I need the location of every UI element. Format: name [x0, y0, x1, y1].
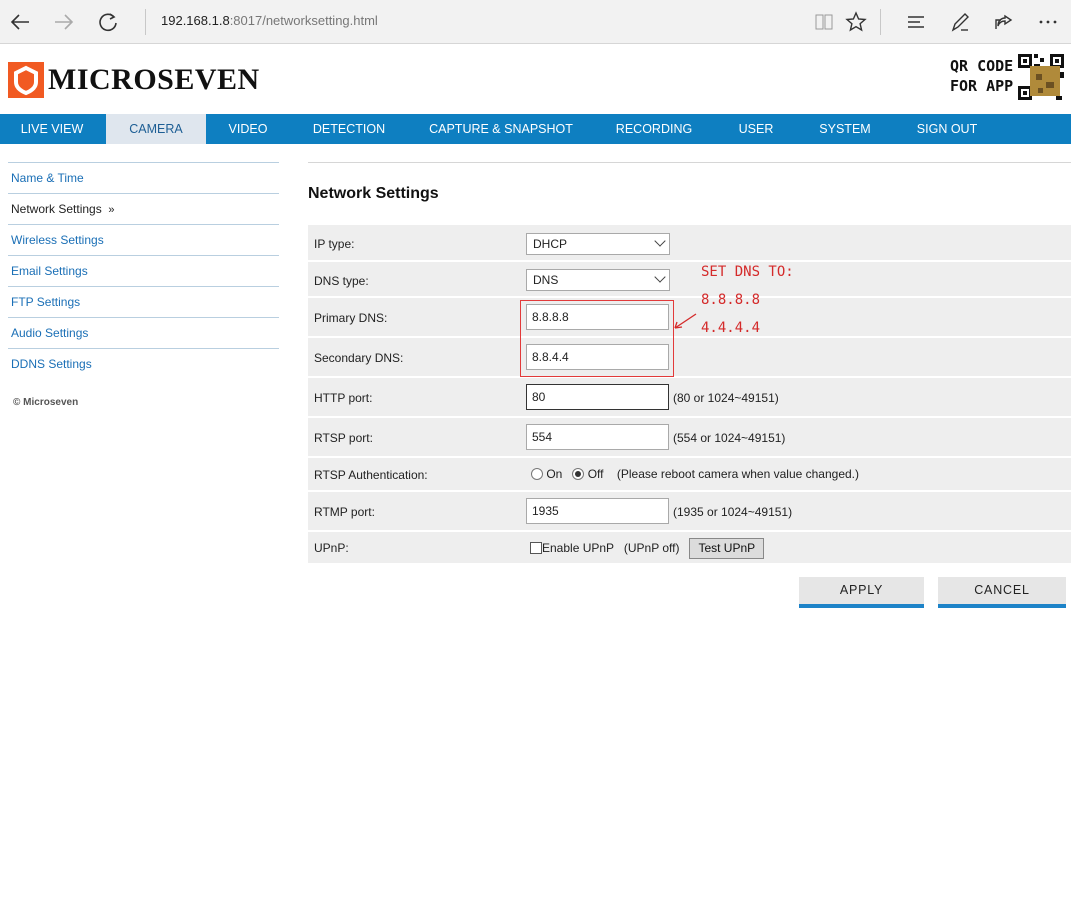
form-row-ip-type: IP type: DHCP — [308, 225, 1071, 262]
url-path: :8017/networksetting.html — [229, 13, 378, 28]
divider — [145, 9, 146, 35]
rtsp-auth-hint: (Please reboot camera when value changed… — [616, 467, 860, 481]
page-title: Network Settings — [308, 185, 439, 202]
sidebar-item-ftp-settings[interactable]: FTP Settings — [8, 286, 279, 317]
site-header: MICROSEVEN QR CODE FOR APP — [0, 44, 1071, 114]
reading-view-icon[interactable] — [810, 8, 838, 36]
dns-type-value: DNS — [533, 273, 559, 287]
sidebar-item-network-settings[interactable]: Network Settings » — [8, 193, 279, 224]
rtsp-port-label: RTSP port: — [314, 431, 373, 445]
form-row-http-port: HTTP port: 80 (80 or 1024~49151) — [308, 378, 1071, 418]
rtmp-port-hint: (1935 or 1024~49151) — [673, 505, 793, 519]
upnp-controls: Enable UPnP (UPnP off) Test UPnP — [530, 538, 765, 559]
nav-live-view[interactable]: LIVE VIEW — [0, 114, 104, 144]
rtmp-port-input[interactable]: 1935 — [526, 498, 669, 524]
secondary-dns-label: Secondary DNS: — [314, 351, 404, 365]
form-row-rtsp-port: RTSP port: 554 (554 or 1024~49151) — [308, 418, 1071, 458]
annotation-line3: 4.4.4.4 — [701, 320, 761, 336]
main-nav: LIVE VIEW CAMERA VIDEO DETECTION CAPTURE… — [0, 114, 1071, 144]
sidebar-item-email-settings[interactable]: Email Settings — [8, 255, 279, 286]
qr-code-image — [1016, 52, 1066, 102]
form-row-rtmp-port: RTMP port: 1935 (1935 or 1024~49151) — [308, 492, 1071, 532]
brand-name: MICROSEVEN — [48, 63, 260, 96]
nav-detection[interactable]: DETECTION — [298, 114, 400, 144]
qr-caption-line2: FOR APP — [950, 77, 1014, 95]
nav-capture-snapshot[interactable]: CAPTURE & SNAPSHOT — [416, 114, 586, 144]
annotation-line1: SET DNS TO: — [701, 264, 794, 280]
sidebar-item-label: Network Settings — [11, 202, 102, 216]
form-row-rtsp-auth: RTSP Authentication: On Off (Please rebo… — [308, 458, 1071, 492]
sidebar-item-name-time[interactable]: Name & Time — [8, 162, 279, 193]
upnp-status: (UPnP off) — [623, 541, 680, 555]
sidebar-item-wireless-settings[interactable]: Wireless Settings — [8, 224, 279, 255]
nav-camera[interactable]: CAMERA — [106, 114, 206, 144]
nav-system[interactable]: SYSTEM — [806, 114, 884, 144]
brand-logo[interactable]: MICROSEVEN — [8, 62, 260, 98]
hub-icon[interactable] — [902, 8, 930, 36]
rtsp-auth-on-radio[interactable] — [531, 468, 543, 480]
chevron-down-icon — [654, 235, 666, 247]
rtsp-port-input[interactable]: 554 — [526, 424, 669, 450]
sidebar-item-audio-settings[interactable]: Audio Settings — [8, 317, 279, 348]
nav-video[interactable]: VIDEO — [212, 114, 284, 144]
upnp-label: UPnP: — [314, 541, 349, 555]
ip-type-select[interactable]: DHCP — [526, 233, 670, 255]
more-icon[interactable] — [1034, 8, 1062, 36]
settings-sidebar: Name & Time Network Settings » Wireless … — [8, 162, 279, 408]
annotation-line2: 8.8.8.8 — [701, 292, 761, 308]
qr-caption: QR CODE FOR APP — [950, 56, 1013, 96]
apply-button[interactable]: APPLY — [799, 577, 924, 608]
rtsp-port-hint: (554 or 1024~49151) — [673, 431, 786, 445]
enable-upnp-label: Enable UPnP — [542, 541, 614, 555]
rtsp-auth-radio-group: On Off (Please reboot camera when value … — [531, 467, 859, 481]
form-row-dns-type: DNS type: DNS — [308, 262, 1071, 298]
current-marker: » — [108, 204, 115, 216]
divider — [880, 9, 881, 35]
chevron-down-icon — [654, 271, 666, 283]
back-icon[interactable] — [6, 8, 34, 36]
nav-sign-out[interactable]: SIGN OUT — [902, 114, 992, 144]
refresh-icon[interactable] — [94, 8, 122, 36]
address-bar[interactable]: 192.168.1.8:8017/networksetting.html — [161, 13, 378, 28]
brand-shield-icon — [8, 62, 44, 98]
sidebar-item-ddns-settings[interactable]: DDNS Settings — [8, 348, 279, 379]
form-row-secondary-dns: Secondary DNS: 8.8.4.4 — [308, 338, 1071, 378]
http-port-input[interactable]: 80 — [526, 384, 669, 410]
divider — [308, 162, 1071, 163]
annotation-highlight-box — [520, 300, 674, 377]
form-row-upnp: UPnP: Enable UPnP (UPnP off) Test UPnP — [308, 532, 1071, 565]
nav-recording[interactable]: RECORDING — [602, 114, 706, 144]
rtsp-auth-off-label: Off — [587, 467, 604, 481]
enable-upnp-checkbox[interactable] — [530, 542, 542, 554]
rtsp-auth-label: RTSP Authentication: — [314, 468, 428, 482]
dns-type-select[interactable]: DNS — [526, 269, 670, 291]
browser-toolbar: 192.168.1.8:8017/networksetting.html — [0, 0, 1071, 44]
cancel-button[interactable]: CANCEL — [938, 577, 1066, 608]
share-icon[interactable] — [990, 8, 1018, 36]
annotation-arrow-icon — [672, 312, 698, 335]
http-port-label: HTTP port: — [314, 391, 373, 405]
test-upnp-button[interactable]: Test UPnP — [689, 538, 765, 559]
dns-type-label: DNS type: — [314, 274, 369, 288]
web-note-icon[interactable] — [946, 8, 974, 36]
forward-icon[interactable] — [50, 8, 78, 36]
network-settings-form: IP type: DHCP DNS type: DNS Primary DNS:… — [308, 225, 1071, 565]
http-port-hint: (80 or 1024~49151) — [673, 391, 779, 405]
url-host: 192.168.1.8 — [161, 13, 230, 28]
annotation-note: SET DNS TO: 8.8.8.8 4.4.4.4 — [701, 258, 794, 342]
qr-caption-line1: QR CODE — [950, 57, 1014, 75]
copyright: © Microseven — [13, 397, 79, 408]
primary-dns-label: Primary DNS: — [314, 311, 388, 325]
favorite-star-icon[interactable] — [842, 8, 870, 36]
rtsp-auth-on-label: On — [546, 467, 563, 481]
nav-user[interactable]: USER — [722, 114, 790, 144]
rtmp-port-label: RTMP port: — [314, 505, 375, 519]
rtsp-auth-off-radio[interactable] — [572, 468, 585, 480]
ip-type-value: DHCP — [533, 237, 568, 251]
ip-type-label: IP type: — [314, 237, 355, 251]
